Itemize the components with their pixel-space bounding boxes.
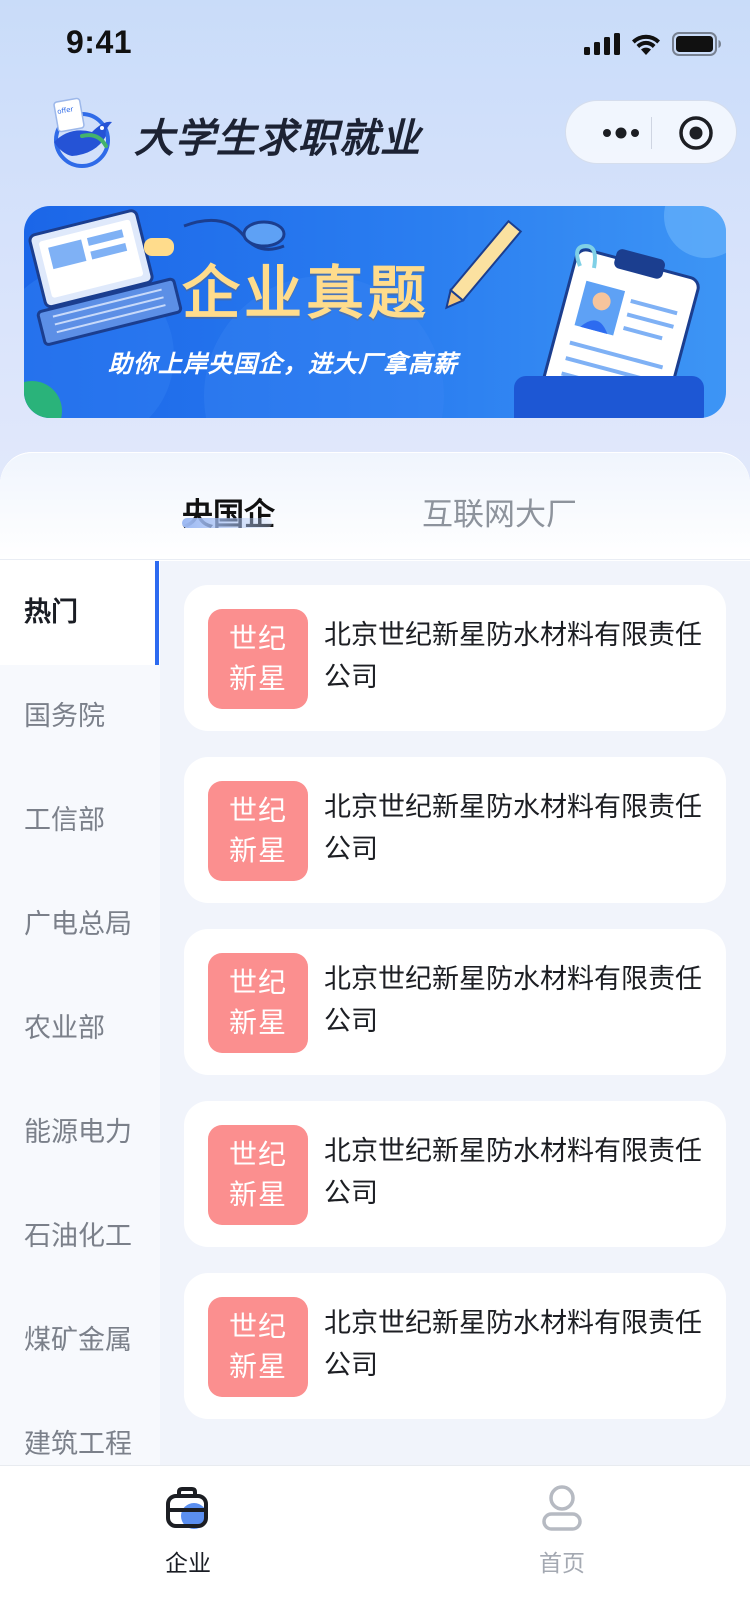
status-time: 9:41 (66, 24, 133, 60)
company-logo-line2: 新星 (228, 834, 287, 867)
company-logo-line1: 世纪 (228, 966, 287, 999)
sidebar-item-petrochemical[interactable]: 石油化工 (0, 1185, 160, 1289)
sidebar-item-label: 建筑工程 (24, 1429, 132, 1460)
more-dots-icon (603, 127, 639, 139)
company-logo: 世纪 新星 (208, 1297, 308, 1397)
pencil-icon (445, 219, 523, 310)
status-icons (584, 32, 722, 56)
tabbar-label-company: 企业 (165, 1551, 211, 1577)
company-name: 北京世纪新星防水材料有限责任公司 (324, 620, 702, 693)
sidebar-item-hot[interactable]: 热门 (0, 561, 160, 665)
bottom-tabbar: 企业 首页 (0, 1465, 750, 1624)
app-title: 大学生求职就业 (134, 116, 421, 162)
company-logo: 世纪 新星 (208, 1125, 308, 1225)
sidebar-active-indicator (155, 561, 159, 665)
company-card[interactable]: 世纪 新星 北京世纪新星防水材料有限责任公司 (184, 929, 726, 1075)
tabbar-label-home: 首页 (539, 1551, 585, 1577)
sidebar-item-construction[interactable]: 建筑工程 (0, 1393, 160, 1465)
battery-icon (672, 32, 721, 56)
company-logo-line1: 世纪 (228, 1138, 287, 1171)
company-logo-line1: 世纪 (228, 622, 287, 655)
status-bar: 9:41 (0, 0, 750, 88)
capsule-divider (651, 117, 652, 149)
company-name: 北京世纪新星防水材料有限责任公司 (324, 1136, 702, 1209)
company-logo-line2: 新星 (228, 1350, 287, 1383)
more-button[interactable] (590, 101, 652, 165)
company-list: 世纪 新星 北京世纪新星防水材料有限责任公司 世纪 新星 北京世纪新星防水材料有… (160, 561, 750, 1465)
close-button[interactable] (664, 101, 728, 165)
sidebar-item-label: 农业部 (24, 1013, 105, 1044)
company-logo: 世纪 新星 (208, 953, 308, 1053)
company-card[interactable]: 世纪 新星 北京世纪新星防水材料有限责任公司 (184, 757, 726, 903)
company-card[interactable]: 世纪 新星 北京世纪新星防水材料有限责任公司 (184, 1273, 726, 1419)
company-card[interactable]: 世纪 新星 北京世纪新星防水材料有限责任公司 (184, 1101, 726, 1247)
tabbar-item-home[interactable]: 首页 (492, 1466, 632, 1586)
tabbar-item-company[interactable]: 企业 (118, 1466, 258, 1586)
sidebar-item-miit[interactable]: 工信部 (0, 769, 160, 873)
company-logo-line2: 新星 (228, 1178, 287, 1211)
company-logo-line2: 新星 (228, 1006, 287, 1039)
sidebar-item-agriculture[interactable]: 农业部 (0, 977, 160, 1081)
company-card[interactable]: 世纪 新星 北京世纪新星防水材料有限责任公司 (184, 585, 726, 731)
briefcase-icon (166, 1487, 208, 1529)
wifi-icon (632, 34, 660, 55)
app-header: offer 大学生求职就业 (0, 88, 750, 178)
sidebar-item-coal-metal[interactable]: 煤矿金属 (0, 1289, 160, 1393)
tab-internet-companies[interactable]: 互联网大厂 (422, 489, 577, 534)
user-icon (542, 1485, 582, 1531)
promo-banner[interactable]: 企业真题 助你上岸央国企，进大厂拿高薪 (24, 206, 726, 418)
sidebar-item-state-council[interactable]: 国务院 (0, 665, 160, 769)
sidebar: 热门 国务院 工信部 广电总局 农业部 能源电力 石油化工 煤矿金属 建筑工程 (0, 561, 160, 1465)
banner-subtitle: 助你上岸央国企，进大厂拿高薪 (108, 350, 458, 378)
sidebar-item-radio-tv[interactable]: 广电总局 (0, 873, 160, 977)
company-logo-line2: 新星 (228, 662, 287, 695)
sidebar-item-label: 石油化工 (24, 1221, 132, 1252)
company-logo: 世纪 新星 (208, 781, 308, 881)
category-tabs: 央国企 互联网大厂 (0, 452, 750, 560)
sidebar-item-label: 国务院 (24, 701, 105, 732)
target-close-icon (679, 116, 713, 150)
sidebar-item-energy-power[interactable]: 能源电力 (0, 1081, 160, 1185)
sidebar-item-label: 广电总局 (24, 909, 132, 940)
sidebar-item-label: 热门 (24, 597, 78, 628)
company-logo: 世纪 新星 (208, 609, 308, 709)
active-tab-underline (182, 518, 272, 528)
company-logo-line1: 世纪 (228, 1310, 287, 1343)
sidebar-item-label: 能源电力 (24, 1117, 132, 1148)
company-name: 北京世纪新星防水材料有限责任公司 (324, 792, 702, 865)
banner-title: 企业真题 (182, 259, 431, 327)
company-name: 北京世纪新星防水材料有限责任公司 (324, 1308, 702, 1381)
dove-letter-logo-icon: offer (53, 97, 112, 168)
company-name: 北京世纪新星防水材料有限责任公司 (324, 964, 702, 1037)
cellular-signal-icon (584, 33, 620, 55)
sidebar-item-label: 煤矿金属 (24, 1325, 132, 1356)
company-logo-line1: 世纪 (228, 794, 287, 827)
mini-program-capsule (565, 100, 737, 164)
sidebar-item-label: 工信部 (24, 805, 105, 836)
